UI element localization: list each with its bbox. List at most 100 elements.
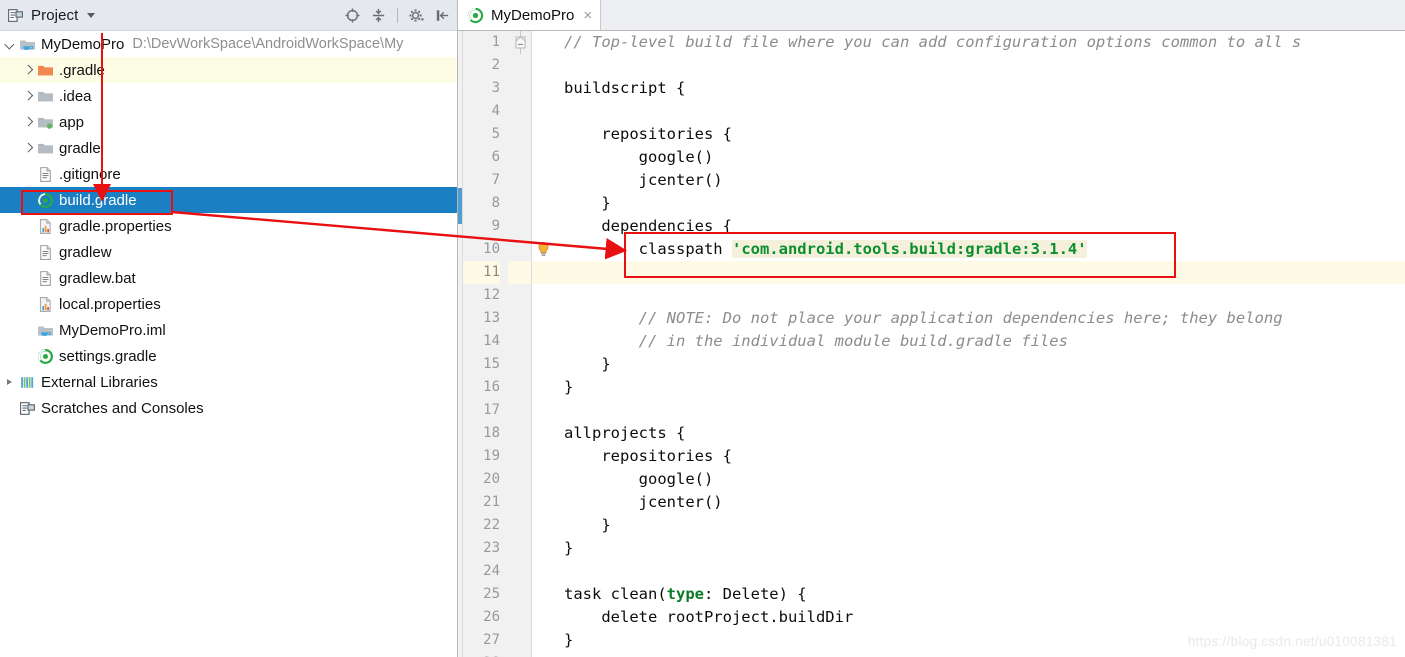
code-line[interactable]: repositories { — [556, 445, 1405, 468]
project-tree[interactable]: MyDemoPro D:\DevWorkSpace\AndroidWorkSpa… — [0, 31, 457, 657]
tree-item-label: gradlew — [59, 243, 112, 261]
editor-tabbar: MyDemoPro × — [458, 0, 1405, 31]
fold-marker-cell[interactable] — [508, 36, 531, 652]
code-line[interactable]: classpath 'com.android.tools.build:gradl… — [556, 238, 1405, 261]
project-panel-header: Project — [0, 0, 457, 31]
line-number: 4 — [491, 103, 500, 119]
tree-item-label: .idea — [59, 87, 92, 105]
code-line[interactable]: jcenter() — [556, 491, 1405, 514]
code-line[interactable]: buildscript { — [556, 77, 1405, 100]
tree-row--gradle[interactable]: .gradle — [0, 57, 457, 83]
editor-intention-column[interactable] — [532, 31, 556, 657]
fold-marker-cell[interactable] — [508, 36, 531, 100]
fold-marker-cell[interactable] — [508, 36, 531, 445]
fold-marker-cell[interactable] — [508, 36, 531, 468]
line-number: 20 — [483, 471, 500, 487]
code-line[interactable]: } — [556, 537, 1405, 560]
tree-root-label: MyDemoPro — [41, 35, 125, 53]
tree-row-external-libraries[interactable]: External Libraries — [0, 369, 457, 395]
code-line[interactable] — [556, 560, 1405, 583]
fold-marker-cell[interactable] — [508, 36, 531, 537]
tree-row-build-gradle[interactable]: build.gradle — [0, 187, 457, 213]
code-line[interactable]: } — [556, 192, 1405, 215]
code-line[interactable]: } — [556, 353, 1405, 376]
tree-row-gradlew-bat[interactable]: gradlew.bat — [0, 265, 457, 291]
code-line[interactable] — [556, 100, 1405, 123]
project-panel-title-group[interactable]: Project — [7, 7, 344, 24]
chevron-right-icon[interactable] — [22, 64, 35, 77]
code-line[interactable]: // in the individual module build.gradle… — [556, 330, 1405, 353]
editor-tab-mydemopro[interactable]: MyDemoPro × — [458, 0, 602, 30]
tree-row-app[interactable]: app — [0, 109, 457, 135]
code-line[interactable]: jcenter() — [556, 169, 1405, 192]
watermark-text: https://blog.csdn.net/u010081381 — [1187, 634, 1397, 649]
tree-row-scratches-and-consoles[interactable]: Scratches and Consoles — [0, 395, 457, 421]
fold-marker-cell[interactable] — [508, 36, 531, 215]
fold-marker-cell[interactable] — [508, 36, 531, 560]
chevron-down-icon[interactable] — [4, 38, 17, 51]
intention-cell — [532, 77, 556, 100]
close-icon[interactable]: × — [583, 8, 592, 23]
chevron-right-icon[interactable] — [22, 116, 35, 129]
tree-item-label: Scratches and Consoles — [41, 399, 204, 417]
fold-marker-cell[interactable] — [508, 36, 531, 606]
chevron-right-icon[interactable] — [22, 142, 35, 155]
tree-row--idea[interactable]: .idea — [0, 83, 457, 109]
fold-end-icon[interactable] — [515, 36, 526, 49]
code-line[interactable] — [556, 261, 1405, 284]
code-line[interactable]: google() — [556, 468, 1405, 491]
tree-item-label: settings.gradle — [59, 347, 157, 365]
tree-row-local-properties[interactable]: local.properties — [0, 291, 457, 317]
tree-row-gradle-properties[interactable]: gradle.properties — [0, 213, 457, 239]
code-editor[interactable]: 1 2 3 4 5 6 7 8 9 10 11 12 13 14 15 16 17 18 19 20 21 22 23 24 2… — [458, 31, 1405, 657]
fold-marker-cell[interactable] — [508, 36, 531, 146]
fold-marker-cell — [508, 100, 531, 123]
code-line[interactable]: task clean(type: Delete) { — [556, 583, 1405, 606]
fold-marker-cell[interactable] — [508, 36, 531, 399]
code-line[interactable]: } — [556, 514, 1405, 537]
intention-cell — [532, 629, 556, 652]
intention-cell — [532, 445, 556, 468]
code-line[interactable]: // NOTE: Do not place your application d… — [556, 307, 1405, 330]
tree-row-mydemopro-iml[interactable]: MyDemoPro.iml — [0, 317, 457, 343]
tree-row--gitignore[interactable]: .gitignore — [0, 161, 457, 187]
tree-row-gradlew[interactable]: gradlew — [0, 239, 457, 265]
line-number: 3 — [491, 80, 500, 96]
intention-cell — [532, 468, 556, 491]
intention-cell — [532, 261, 556, 284]
line-number: 2 — [491, 57, 500, 73]
tree-row-gradle[interactable]: gradle — [0, 135, 457, 161]
chevron-right-icon[interactable] — [22, 90, 35, 103]
code-line[interactable]: // Top-level build file where you can ad… — [556, 31, 1405, 54]
editor-fold-column[interactable] — [508, 31, 532, 657]
intention-bulb-icon[interactable] — [532, 238, 556, 261]
locate-target-icon[interactable] — [344, 7, 361, 24]
code-line[interactable]: google() — [556, 146, 1405, 169]
code-line[interactable]: delete rootProject.buildDir — [556, 606, 1405, 629]
changed-lines-marker[interactable] — [458, 188, 462, 224]
code-line[interactable] — [556, 54, 1405, 77]
code-line[interactable]: allprojects { — [556, 422, 1405, 445]
code-line[interactable] — [556, 652, 1405, 657]
properties-file-icon — [39, 218, 51, 234]
code-line[interactable]: } — [556, 376, 1405, 399]
fold-marker-cell[interactable] — [508, 36, 531, 376]
tree-row-settings-gradle[interactable]: settings.gradle — [0, 343, 457, 369]
intention-cell — [532, 491, 556, 514]
lightbulb-icon[interactable] — [535, 241, 552, 258]
intention-cell — [532, 537, 556, 560]
code-line[interactable]: dependencies { — [556, 215, 1405, 238]
collapse-all-icon[interactable] — [370, 7, 387, 24]
editor-code-content[interactable]: // Top-level build file where you can ad… — [556, 31, 1405, 657]
fold-marker-cell[interactable] — [508, 36, 531, 238]
hide-panel-icon[interactable] — [434, 7, 451, 24]
chevron-down-icon[interactable] — [87, 12, 96, 18]
gear-icon[interactable] — [408, 7, 425, 24]
code-line[interactable]: repositories { — [556, 123, 1405, 146]
tree-row-root[interactable]: MyDemoPro D:\DevWorkSpace\AndroidWorkSpa… — [0, 31, 457, 57]
chevron-right-icon[interactable] — [4, 376, 17, 389]
code-line[interactable] — [556, 284, 1405, 307]
line-number: 16 — [483, 379, 500, 395]
code-line[interactable] — [556, 399, 1405, 422]
